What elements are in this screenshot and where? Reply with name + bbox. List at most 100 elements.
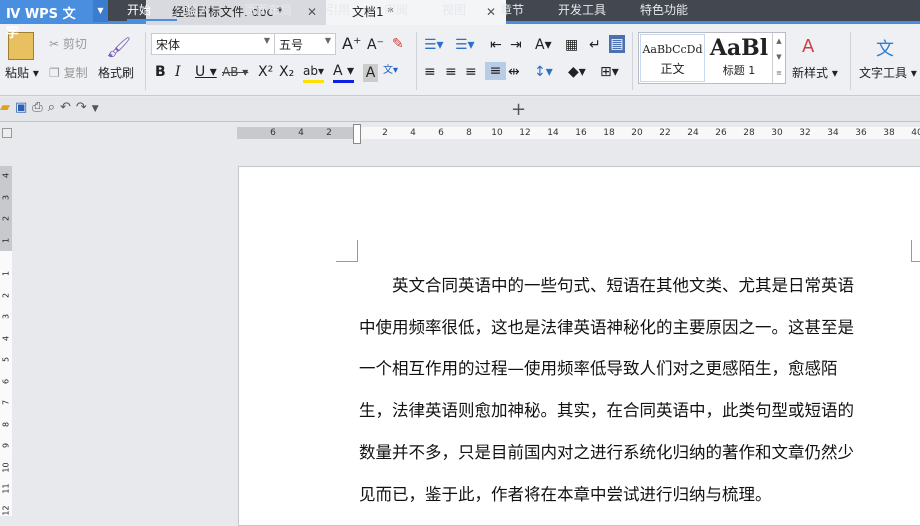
- tab-insert[interactable]: 插入: [186, 0, 236, 21]
- shrink-font-icon[interactable]: A⁻: [367, 36, 384, 54]
- document-body[interactable]: 英文合同英语中的一些句式、短语在其他文类、尤其是日常英语 中使用频率很低，这也是…: [359, 265, 919, 515]
- tab-review[interactable]: 审阅: [384, 0, 434, 21]
- ruler-tick-label: 38: [883, 128, 895, 138]
- ruler-tick-label: 6: [438, 128, 444, 138]
- superscript-icon[interactable]: X²: [258, 63, 273, 81]
- increase-indent-icon[interactable]: ⇥: [510, 36, 522, 54]
- tab-developer[interactable]: 开发工具: [558, 0, 634, 21]
- print-preview-icon[interactable]: ⌕: [48, 100, 60, 115]
- undo-icon[interactable]: ↶: [60, 100, 76, 115]
- app-menu-dropdown-icon[interactable]: ▼: [93, 0, 108, 22]
- copy-icon: ❐: [49, 66, 60, 80]
- ruler-tick-label: 7: [1, 399, 11, 406]
- scissors-icon: ✂: [49, 37, 60, 51]
- borders-icon[interactable]: ⊞▾: [600, 63, 619, 81]
- open-icon[interactable]: ▰: [0, 100, 15, 115]
- text-line: 一个相互作用的过程—使用频率低导致人们对之更感陌生，愈感陌: [359, 359, 838, 379]
- ruler-tick-label: 10: [491, 128, 503, 138]
- ruler-tick-label: 1: [1, 270, 11, 277]
- align-right-icon[interactable]: ≡: [465, 63, 477, 81]
- copy-button[interactable]: ❐ 复制: [49, 64, 88, 81]
- strikethrough-icon[interactable]: AB ▾: [222, 63, 248, 81]
- quick-access-toolbar: ▰▣⎙⌕↶↷▼: [0, 100, 104, 115]
- tab-section[interactable]: 章节: [500, 0, 550, 21]
- save-icon[interactable]: ▣: [15, 100, 32, 115]
- table-icon[interactable]: ▦: [565, 36, 578, 54]
- ruler-tick-label: 40: [911, 128, 920, 138]
- paste-button[interactable]: 粘贴 ▾: [5, 64, 39, 81]
- font-size-select[interactable]: 五号 ▼: [274, 33, 336, 55]
- ruler-tick-label: 8: [1, 421, 11, 427]
- style-heading-1[interactable]: AaBl 标题 1: [707, 34, 771, 82]
- ruler-tick-label: 4: [1, 335, 11, 341]
- numbered-list-icon[interactable]: ☰▾: [455, 36, 475, 54]
- new-style-button[interactable]: 新样式 ▾: [792, 64, 838, 81]
- indent-marker[interactable]: [353, 124, 361, 144]
- ruler-tick-label: 10: [1, 461, 11, 473]
- phonetic-guide-icon[interactable]: 文▾: [383, 62, 398, 80]
- format-painter-icon[interactable]: 🖌: [106, 35, 131, 59]
- tab-view[interactable]: 视图: [442, 0, 492, 21]
- redo-icon[interactable]: ↷: [76, 100, 92, 115]
- style-gallery-scroll[interactable]: ▲ ▼ ≡: [772, 33, 785, 83]
- ruler-tick-label: 16: [575, 128, 587, 138]
- subscript-icon[interactable]: X₂: [279, 63, 294, 81]
- ruler-tick-label: 36: [855, 128, 867, 138]
- font-color-icon[interactable]: A ▾: [333, 62, 355, 83]
- justify-icon[interactable]: ≡: [485, 62, 506, 80]
- tab-features[interactable]: 特色功能: [640, 0, 716, 21]
- ruler-tick-label: 30: [771, 128, 783, 138]
- decrease-indent-icon[interactable]: ⇤: [490, 36, 502, 54]
- style-normal[interactable]: AaBbCcDd 正文: [640, 34, 705, 82]
- grow-font-icon[interactable]: A⁺: [342, 35, 361, 53]
- tab-stop-selector[interactable]: [2, 128, 12, 138]
- ruler-tick-label: 4: [298, 128, 304, 138]
- tab-page-layout[interactable]: 页面布局: [244, 0, 320, 21]
- paragraph-mark-icon[interactable]: ↵: [589, 36, 601, 54]
- ruler-tick-label: 11: [1, 483, 11, 494]
- distributed-icon[interactable]: ⇹: [508, 63, 520, 81]
- ruler-tick-label: 5: [1, 356, 11, 363]
- ruler-tick-label: 22: [659, 128, 671, 138]
- margin-corner-mark: [336, 240, 358, 262]
- ruler-tick-label: 8: [466, 128, 472, 138]
- align-center-icon[interactable]: ≡: [445, 63, 457, 81]
- ruler-tick-label: 2: [326, 128, 332, 138]
- new-tab-icon[interactable]: +: [511, 99, 526, 120]
- clear-format-icon[interactable]: ✎: [392, 35, 404, 53]
- app-menu-button[interactable]: Ⅳ WPS 文字: [0, 0, 93, 41]
- ruler-tick-label: 2: [1, 215, 11, 222]
- ruler-tick-label: 14: [547, 128, 559, 138]
- customize-dropdown-icon[interactable]: ▼: [92, 104, 104, 114]
- ruler-tick-label: 6: [1, 378, 11, 384]
- margin-corner-mark: [911, 240, 920, 262]
- ruler-tick-label: 24: [687, 128, 699, 138]
- shading-icon[interactable]: ◆▾: [568, 63, 586, 81]
- ruler-tick-label: 28: [743, 128, 755, 138]
- char-shading-icon[interactable]: A: [363, 64, 378, 82]
- text-line: 数量并不多，只是目前国内对之进行系统化归纳的著作和文章仍然少: [359, 442, 854, 462]
- underline-icon[interactable]: U ▾: [195, 63, 217, 81]
- text-tools-button[interactable]: 文字工具 ▾: [859, 64, 917, 81]
- ruler-tick-label: 2: [1, 292, 11, 298]
- highlight-icon[interactable]: ab▾: [303, 62, 324, 83]
- italic-icon[interactable]: I: [175, 63, 181, 81]
- print-icon[interactable]: ⎙: [32, 100, 47, 115]
- text-direction-icon[interactable]: A▾: [535, 36, 552, 54]
- align-left-icon[interactable]: ≡: [424, 63, 436, 81]
- font-name-select[interactable]: 宋体 ▼: [151, 33, 275, 55]
- show-hide-icon[interactable]: ▤: [609, 35, 625, 53]
- tab-references[interactable]: 引用: [326, 0, 376, 21]
- new-style-icon[interactable]: A: [802, 36, 814, 57]
- text-tools-icon[interactable]: 文: [876, 35, 894, 61]
- bold-icon[interactable]: B: [155, 63, 166, 81]
- bullet-list-icon[interactable]: ☰▾: [424, 36, 444, 54]
- cut-button[interactable]: ✂ 剪切: [49, 35, 87, 52]
- ruler-tick-label: 12: [519, 128, 531, 138]
- ruler-tick-label: 34: [827, 128, 839, 138]
- ruler-tick-label: 3: [1, 194, 11, 200]
- tab-home[interactable]: 开始: [127, 0, 177, 21]
- document-tab-bar: [0, 97, 920, 122]
- format-painter-button[interactable]: 格式刷: [98, 64, 134, 81]
- line-spacing-icon[interactable]: ↕▾: [534, 63, 553, 81]
